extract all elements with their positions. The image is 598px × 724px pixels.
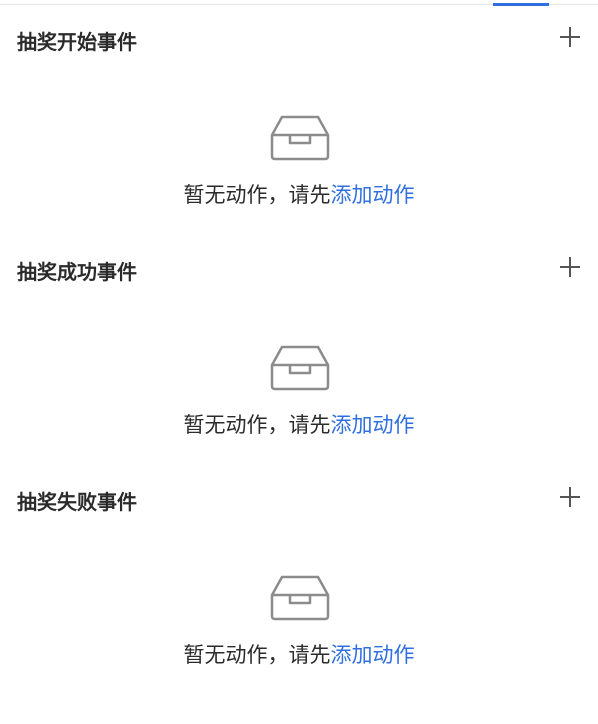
section-title: 抽奖开始事件	[17, 30, 137, 54]
empty-inbox-icon	[269, 113, 331, 161]
add-action-button[interactable]	[557, 484, 583, 510]
plus-icon	[560, 27, 580, 47]
empty-message: 暂无动作，请先添加动作	[0, 180, 598, 210]
empty-message-text: 暂无动作，请先	[183, 643, 331, 667]
empty-message: 暂无动作，请先添加动作	[0, 410, 598, 440]
empty-inbox-icon	[269, 573, 331, 621]
add-action-button[interactable]	[557, 254, 583, 280]
empty-inbox-icon	[269, 343, 331, 391]
add-action-button[interactable]	[557, 24, 583, 50]
add-action-link[interactable]: 添加动作	[331, 183, 415, 207]
plus-icon	[560, 487, 580, 507]
event-section-start: 抽奖开始事件 暂无动作，请先添加动作	[0, 0, 598, 230]
empty-message: 暂无动作，请先添加动作	[0, 640, 598, 670]
event-section-success: 抽奖成功事件 暂无动作，请先添加动作	[0, 230, 598, 460]
empty-message-text: 暂无动作，请先	[183, 413, 331, 437]
add-action-link[interactable]: 添加动作	[331, 643, 415, 667]
section-title: 抽奖失败事件	[17, 490, 137, 514]
add-action-link[interactable]: 添加动作	[331, 413, 415, 437]
empty-message-text: 暂无动作，请先	[183, 183, 331, 207]
section-title: 抽奖成功事件	[17, 260, 137, 284]
plus-icon	[560, 257, 580, 277]
event-section-failure: 抽奖失败事件 暂无动作，请先添加动作	[0, 460, 598, 690]
